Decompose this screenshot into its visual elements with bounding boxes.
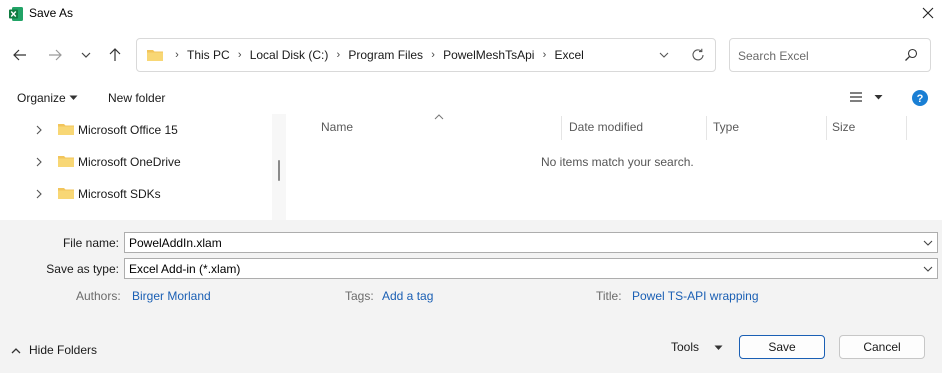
chevron-down-icon[interactable] <box>77 46 95 64</box>
column-header-date-modified[interactable]: Date modified <box>569 120 643 134</box>
arrow-right-icon[interactable] <box>46 46 64 64</box>
column-header-size[interactable]: Size <box>832 120 855 134</box>
tools-menu[interactable]: Tools <box>671 340 699 354</box>
breadcrumb-item[interactable]: Local Disk (C:) <box>250 48 329 62</box>
breadcrumb-item[interactable]: PowelMeshTsApi <box>443 48 534 62</box>
authors-value[interactable]: Birger Morland <box>132 289 211 303</box>
svg-text:?: ? <box>917 93 924 105</box>
title-label: Title: <box>596 289 622 303</box>
tree-item-partial[interactable] <box>0 211 272 220</box>
chevron-right-icon[interactable] <box>35 189 43 199</box>
breadcrumb-item[interactable]: Program Files <box>348 48 423 62</box>
save-type-label: Save as type: <box>46 262 119 276</box>
close-icon[interactable] <box>916 2 940 24</box>
column-header-type[interactable]: Type <box>713 120 739 134</box>
address-bar[interactable]: › This PC › Local Disk (C:) › Program Fi… <box>136 38 716 72</box>
breadcrumb-item[interactable]: This PC <box>187 48 230 62</box>
breadcrumb-item[interactable]: Excel <box>554 48 583 62</box>
window-title: Save As <box>29 6 74 20</box>
new-folder-button[interactable]: New folder <box>108 91 165 105</box>
save-button[interactable]: Save <box>739 335 825 359</box>
arrow-left-icon[interactable] <box>11 46 29 64</box>
column-divider[interactable] <box>906 116 907 140</box>
excel-icon <box>9 7 23 21</box>
tree-item-microsoft-onedrive[interactable]: Microsoft OneDrive <box>0 147 272 177</box>
tags-label: Tags: <box>345 289 374 303</box>
tags-value[interactable]: Add a tag <box>382 289 433 303</box>
search-input[interactable]: Search Excel <box>729 38 931 72</box>
arrow-up-icon[interactable] <box>106 46 124 64</box>
sort-up-icon <box>434 114 444 120</box>
chevron-down-icon[interactable] <box>923 239 933 247</box>
save-type-select[interactable]: Excel Add-in (*.xlam) <box>124 258 938 279</box>
title-bar: Save As <box>0 0 942 28</box>
caret-down-icon[interactable] <box>714 345 723 351</box>
nav-scrollbar-thumb[interactable] <box>278 160 280 181</box>
dialog-footer: Hide Folders Tools Save Cancel <box>0 322 942 373</box>
breadcrumb-separator-icon: › <box>431 49 435 61</box>
chevron-down-icon[interactable] <box>657 48 671 62</box>
folder-icon <box>147 50 163 61</box>
folder-icon <box>58 156 74 167</box>
file-list[interactable]: Name Date modified Type Size No items ma… <box>288 114 942 220</box>
tree-item-label: Microsoft SDKs <box>78 187 161 201</box>
tree-item-microsoft-sdks[interactable]: Microsoft SDKs <box>0 179 272 209</box>
column-divider[interactable] <box>826 116 827 140</box>
navigation-pane: Microsoft Office 15 Microsoft OneDrive M… <box>0 114 272 220</box>
tree-item-label: Microsoft Office 15 <box>78 123 178 137</box>
organize-menu[interactable]: Organize <box>17 91 66 105</box>
empty-message: No items match your search. <box>541 155 694 169</box>
caret-down-icon[interactable] <box>69 94 78 102</box>
column-divider[interactable] <box>706 116 707 140</box>
folder-icon <box>58 188 74 199</box>
caret-down-icon[interactable] <box>874 94 883 101</box>
authors-label: Authors: <box>76 289 121 303</box>
file-name-value: PowelAddIn.xlam <box>129 236 222 250</box>
view-list-icon[interactable] <box>849 91 863 103</box>
file-name-field[interactable]: PowelAddIn.xlam <box>124 232 938 253</box>
breadcrumb-separator-icon: › <box>336 49 341 61</box>
cancel-button[interactable]: Cancel <box>839 335 925 359</box>
breadcrumb-separator-icon: › <box>542 49 547 61</box>
hide-folders-label: Hide Folders <box>29 343 98 357</box>
title-value[interactable]: Powel TS-API wrapping <box>632 289 759 303</box>
save-type-value: Excel Add-in (*.xlam) <box>129 262 241 276</box>
search-placeholder: Search Excel <box>738 49 809 63</box>
save-details: File name: PowelAddIn.xlam Save as type:… <box>0 220 942 322</box>
chevron-right-icon[interactable] <box>35 125 43 135</box>
breadcrumb-separator-icon: › <box>175 49 179 61</box>
column-divider[interactable] <box>561 116 562 140</box>
chevron-right-icon[interactable] <box>35 157 43 167</box>
refresh-icon[interactable] <box>690 47 706 63</box>
breadcrumb-separator-icon: › <box>237 49 242 61</box>
help-icon[interactable]: ? <box>911 89 929 107</box>
folder-icon <box>58 124 74 135</box>
column-header-name[interactable]: Name <box>321 120 353 134</box>
file-name-label: File name: <box>62 236 119 250</box>
breadcrumb: › This PC › Local Disk (C:) › Program Fi… <box>167 39 584 71</box>
tree-item-label: Microsoft OneDrive <box>78 155 181 169</box>
chevron-up-icon <box>11 348 21 354</box>
search-icon[interactable] <box>904 48 918 62</box>
tree-item-microsoft-office-15[interactable]: Microsoft Office 15 <box>0 115 272 145</box>
chevron-down-icon[interactable] <box>923 265 933 273</box>
